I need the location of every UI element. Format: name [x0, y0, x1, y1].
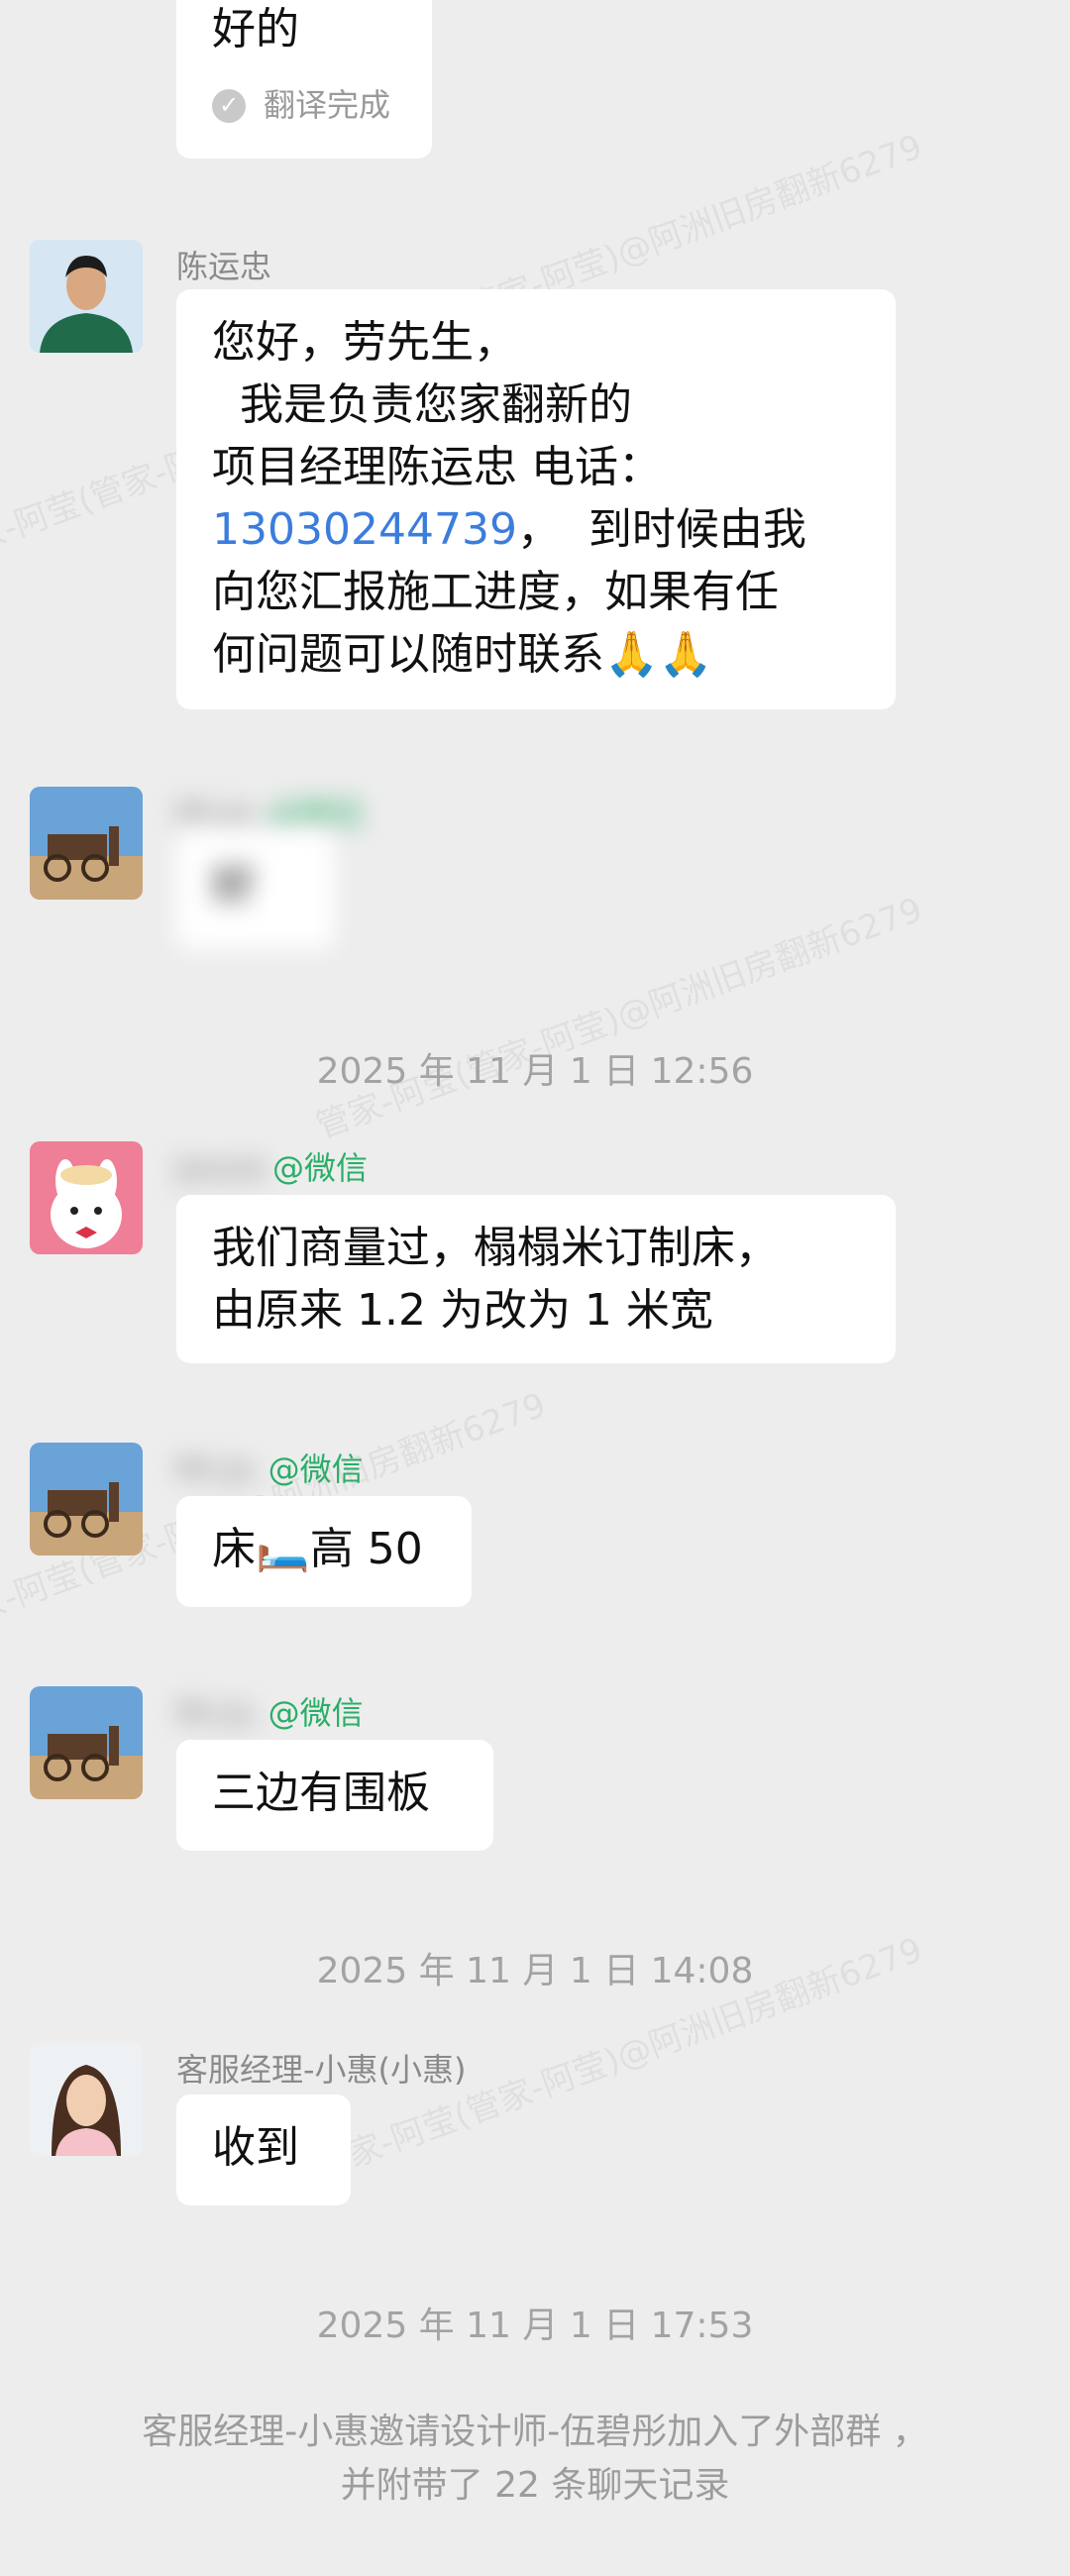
pray-emoji-icon: 🙏🙏 — [604, 629, 713, 680]
message-bubble[interactable]: 收到 — [176, 2094, 351, 2205]
translation-status: ✓ 翻译完成 — [212, 74, 396, 137]
timestamp: 2025 年 11 月 1 日 12:56 — [316, 1051, 754, 1092]
message-line: 13030244739， 到时候由我 — [212, 504, 806, 555]
message-bubble[interactable]: 您好，劳先生， 我是负责您家翻新的 项目经理陈运忠 电话： 1303024473… — [176, 289, 896, 709]
message-line: 何问题可以随时联系🙏🙏 — [212, 629, 713, 680]
sender-name: 陈运忠 — [176, 248, 272, 285]
sender-name: Mr.Jo. @微信 — [176, 1450, 364, 1488]
avatar[interactable] — [30, 1443, 143, 1556]
message-line: 我是负责您家翻新的 — [212, 379, 632, 430]
check-icon: ✓ — [212, 88, 246, 123]
message-line: 由原来 1.2 为改为 1 米宽 — [212, 1285, 713, 1336]
avatar[interactable] — [30, 2043, 143, 2156]
wechat-tag: @微信 — [268, 1694, 364, 1732]
wechat-tag: @微信 — [272, 1149, 369, 1187]
bed-emoji-icon: 🛏️ — [256, 1524, 310, 1574]
timestamp: 2025 年 11 月 1 日 14:08 — [316, 1951, 754, 1991]
avatar[interactable] — [30, 1686, 143, 1799]
system-notice-line: 客服经理-小惠邀请设计师-伍碧彤加入了外部群 ， — [142, 2412, 928, 2452]
message-bubble[interactable]: 好 — [176, 832, 335, 949]
message-text: 三边有围板 — [212, 1768, 430, 1818]
wechat-tag: @微信 — [268, 1450, 364, 1488]
sender-name: Jessie @微信 — [176, 1149, 369, 1187]
sender-name: Mr.Jo. @微信 — [176, 795, 364, 832]
timestamp: 2025 年 11 月 1 日 17:53 — [316, 2306, 754, 2346]
message-text: 好的 — [212, 4, 299, 54]
avatar[interactable] — [30, 240, 143, 353]
phone-link[interactable]: 13030244739 — [212, 504, 517, 555]
sender-name: 客服经理-小惠(小惠) — [176, 2051, 467, 2089]
message-line: 您好，劳先生， — [212, 317, 517, 368]
message-text: 床🛏️高 50 — [212, 1524, 423, 1574]
watermark: 管家-阿莹(管家-阿莹)@阿洲旧房翻新6279 — [310, 890, 928, 1147]
message-text: 收到 — [212, 2122, 299, 2173]
message-line: 我们商量过，榻榻米订制床， — [212, 1223, 779, 1273]
avatar[interactable] — [30, 1141, 143, 1254]
message-bubble[interactable]: 床🛏️高 50 — [176, 1496, 472, 1607]
system-notice-line: 并附带了 22 条聊天记录 — [340, 2465, 730, 2506]
translation-status-label: 翻译完成 — [264, 86, 391, 124]
message-bubble[interactable]: 我们商量过，榻榻米订制床， 由原来 1.2 为改为 1 米宽 — [176, 1195, 896, 1363]
message-line: 项目经理陈运忠 电话： — [212, 442, 662, 492]
sender-name: Mr.Jo. @微信 — [176, 1694, 364, 1732]
message-bubble[interactable]: 三边有围板 — [176, 1740, 493, 1851]
message-line: 向您汇报施工进度，如果有任 — [212, 567, 779, 617]
system-notice: 客服经理-小惠邀请设计师-伍碧彤加入了外部群 ， 并附带了 22 条聊天记录 — [59, 2406, 1011, 2513]
message-bubble[interactable]: 好的 ✓ 翻译完成 — [176, 0, 432, 159]
message-text: 好 — [212, 860, 256, 911]
avatar[interactable] — [30, 787, 143, 900]
